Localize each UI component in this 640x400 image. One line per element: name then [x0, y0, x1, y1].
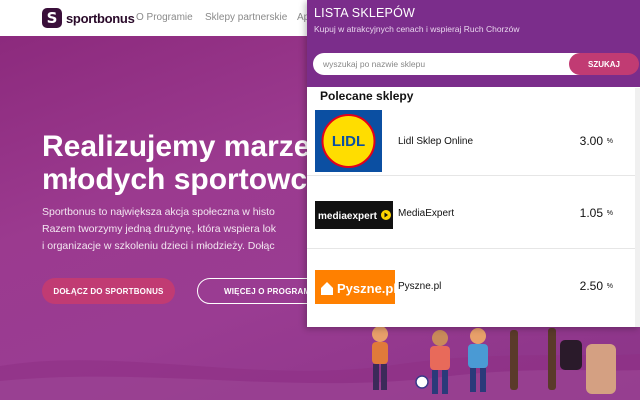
- shop-percent: 1.05: [579, 206, 603, 220]
- logo-s-icon: S: [42, 8, 62, 28]
- join-sportbonus-button[interactable]: DOŁĄCZ DO SPORTBONUS: [42, 278, 175, 304]
- hero-description: Sportbonus to największa akcja społeczna…: [42, 206, 277, 252]
- nav-o-programie[interactable]: O Programie: [136, 12, 193, 23]
- mediaexpert-logo-text: mediaexpert: [318, 211, 378, 222]
- sportbonus-logo[interactable]: S sportbonus: [42, 8, 135, 28]
- shop-row-pyszne[interactable]: Pyszne.pl Pyszne.pl 2.50 %: [307, 252, 640, 322]
- percent-sign: %: [606, 210, 613, 217]
- percent-sign: %: [606, 283, 613, 290]
- shop-list-popup: LISTA SKLEPÓW Kupuj w atrakcyjnych cenac…: [307, 0, 640, 327]
- shop-percent: 2.50: [579, 279, 603, 293]
- pyszne-logo-text: Pyszne.pl: [337, 281, 395, 296]
- lidl-logo-text: LIDL: [332, 133, 365, 150]
- shop-row-lidl[interactable]: LIDL Lidl Sklep Online 3.00 %: [307, 106, 640, 176]
- shop-name: MediaExpert: [398, 208, 455, 219]
- shop-name: Lidl Sklep Online: [398, 136, 474, 147]
- percent-sign: %: [606, 138, 613, 145]
- shop-row-mediaexpert[interactable]: mediaexpert MediaExpert 1.05 %: [307, 179, 640, 249]
- popup-title: LISTA SKLEPÓW: [314, 6, 416, 20]
- featured-shops-title: Polecane sklepy: [320, 89, 414, 103]
- logo-text: sportbonus: [66, 10, 135, 26]
- popup-header: LISTA SKLEPÓW Kupuj w atrakcyjnych cenac…: [307, 0, 640, 87]
- mediaexpert-logo: mediaexpert: [315, 201, 393, 234]
- popup-subtitle: Kupuj w atrakcyjnych cenach i wspieraj R…: [314, 24, 520, 34]
- nav-sklepy-partnerskie[interactable]: Sklepy partnerskie: [205, 12, 287, 23]
- pyszne-logo: Pyszne.pl: [315, 270, 397, 309]
- popup-scrollbar[interactable]: [635, 88, 640, 327]
- search-button[interactable]: SZUKAJ: [569, 53, 639, 75]
- shop-percent: 3.00: [579, 134, 603, 148]
- kids-playing-illustration: [372, 326, 616, 394]
- lidl-logo: LIDL: [315, 110, 382, 177]
- shop-name: Pyszne.pl: [398, 281, 442, 292]
- shop-search-input[interactable]: [313, 53, 581, 75]
- hero-title: Realizujemy marzen młodych sportowcó: [42, 130, 329, 196]
